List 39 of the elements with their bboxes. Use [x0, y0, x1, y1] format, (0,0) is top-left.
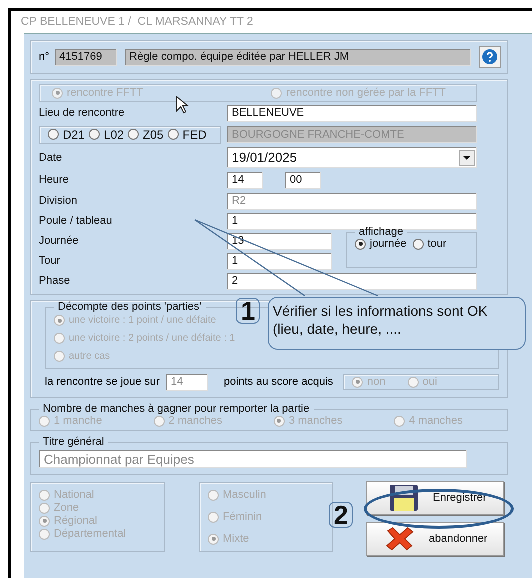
input-field[interactable]: 1	[227, 252, 332, 270]
field-label: Phase	[39, 275, 72, 287]
window-title: CP BELLENEUVE 1 / CL MARSANNAY TT 2	[20, 15, 254, 30]
save-button[interactable]: Enregistrer	[366, 481, 504, 515]
field-label: Division	[39, 195, 79, 207]
field-label: Poule / tableau	[39, 215, 114, 227]
number-label: n°	[39, 51, 50, 63]
hour-field[interactable]: 14	[227, 172, 263, 188]
callout-number: 1	[236, 298, 260, 324]
field-label: Tour	[39, 255, 62, 267]
title-field[interactable]: Championnat par Equipes	[39, 450, 467, 468]
help-icon	[482, 49, 498, 65]
help-button[interactable]	[479, 46, 501, 68]
field-label: Journée	[39, 235, 80, 247]
cancel-button[interactable]: abandonner	[366, 522, 504, 556]
field-label: Lieu de rencontre	[39, 107, 126, 119]
radio-button[interactable]: D21	[48, 128, 86, 142]
radio-button[interactable]: L02	[89, 128, 124, 142]
radio-button[interactable]: journée	[355, 238, 407, 250]
input-field[interactable]: BELLENEUVE	[227, 104, 477, 122]
field-label: Heure	[39, 174, 70, 186]
field-label: points au score acquis	[224, 376, 334, 388]
group-title: Décompte des points 'parties'	[57, 301, 203, 313]
date-dropdown[interactable]: 19/01/2025	[227, 147, 477, 168]
input-field[interactable]: 2	[227, 272, 477, 290]
field-label: Date	[39, 152, 64, 164]
group-title: Nombre de manches à gagner pour remporter la partie	[42, 403, 311, 415]
group-title: Titre général	[42, 436, 106, 448]
radio-button[interactable]: tour	[412, 238, 447, 250]
mouse-cursor-icon	[176, 96, 190, 114]
minute-field[interactable]: 00	[285, 172, 321, 188]
radio-button[interactable]: Z05	[128, 128, 164, 142]
number-field: 4151769	[54, 48, 117, 66]
radio-button[interactable]: FED	[168, 128, 207, 142]
cross-icon	[385, 527, 415, 551]
callout-text: Vérifier si les informations sont OK (lieu, date, heure, ....	[268, 297, 526, 350]
rule-field: Règle compo. équipe éditée par HELLER JM	[124, 48, 471, 66]
callout-number: 2	[329, 502, 354, 528]
field-label: la rencontre se joue sur	[45, 376, 160, 388]
